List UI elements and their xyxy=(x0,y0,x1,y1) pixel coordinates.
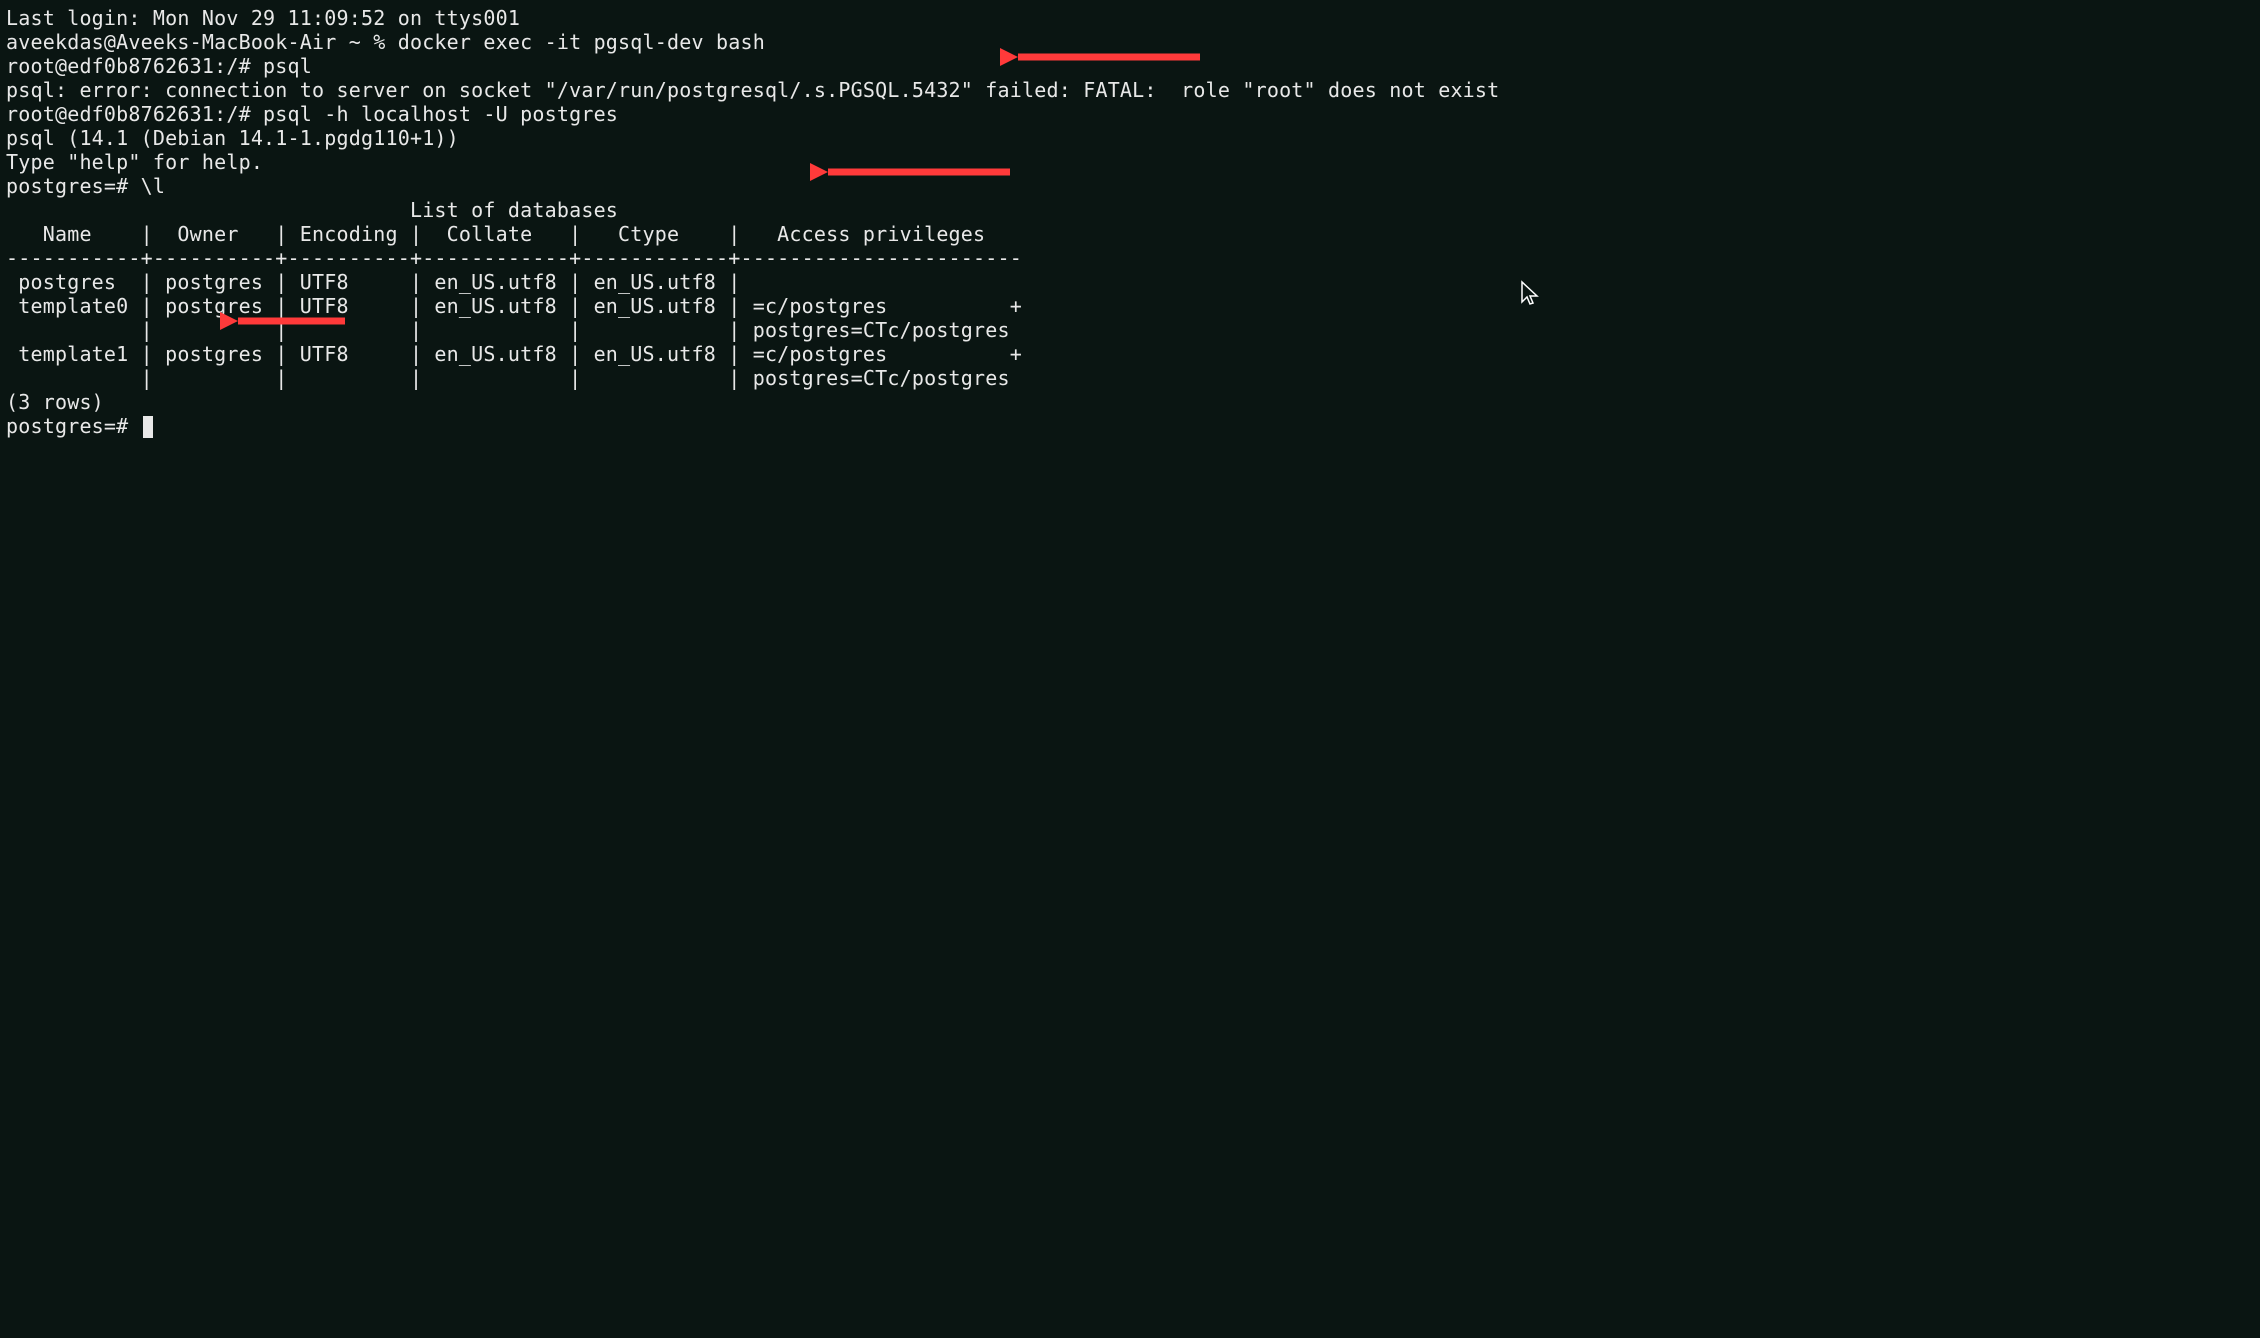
last-login-line: Last login: Mon Nov 29 11:09:52 on ttys0… xyxy=(6,6,2254,30)
text-cursor xyxy=(143,416,153,438)
table-row: template1 | postgres | UTF8 | en_US.utf8… xyxy=(6,342,2254,366)
table-row: | | | | | postgres=CTc/postgres xyxy=(6,318,2254,342)
root-prompt-psql: root@edf0b8762631:/# psql xyxy=(6,54,2254,78)
psql-prompt-list: postgres=# \l xyxy=(6,174,2254,198)
table-row: | | | | | postgres=CTc/postgres xyxy=(6,366,2254,390)
terminal-output[interactable]: Last login: Mon Nov 29 11:09:52 on ttys0… xyxy=(6,6,2254,438)
psql-version-line: psql (14.1 (Debian 14.1-1.pgdg110+1)) xyxy=(6,126,2254,150)
table-column-header: Name | Owner | Encoding | Collate | Ctyp… xyxy=(6,222,2254,246)
list-of-databases-header: List of databases xyxy=(6,198,2254,222)
row-count-line: (3 rows) xyxy=(6,390,2254,414)
psql-error-line: psql: error: connection to server on soc… xyxy=(6,78,2254,102)
table-row: template0 | postgres | UTF8 | en_US.utf8… xyxy=(6,294,2254,318)
psql-prompt-current[interactable]: postgres=# xyxy=(6,414,2254,438)
table-row: postgres | postgres | UTF8 | en_US.utf8 … xyxy=(6,270,2254,294)
root-prompt-psql-localhost: root@edf0b8762631:/# psql -h localhost -… xyxy=(6,102,2254,126)
prompt-text: postgres=# xyxy=(6,414,141,438)
table-divider: -----------+----------+----------+------… xyxy=(6,246,2254,270)
psql-help-line: Type "help" for help. xyxy=(6,150,2254,174)
shell-prompt-docker-exec: aveekdas@Aveeks-MacBook-Air ~ % docker e… xyxy=(6,30,2254,54)
